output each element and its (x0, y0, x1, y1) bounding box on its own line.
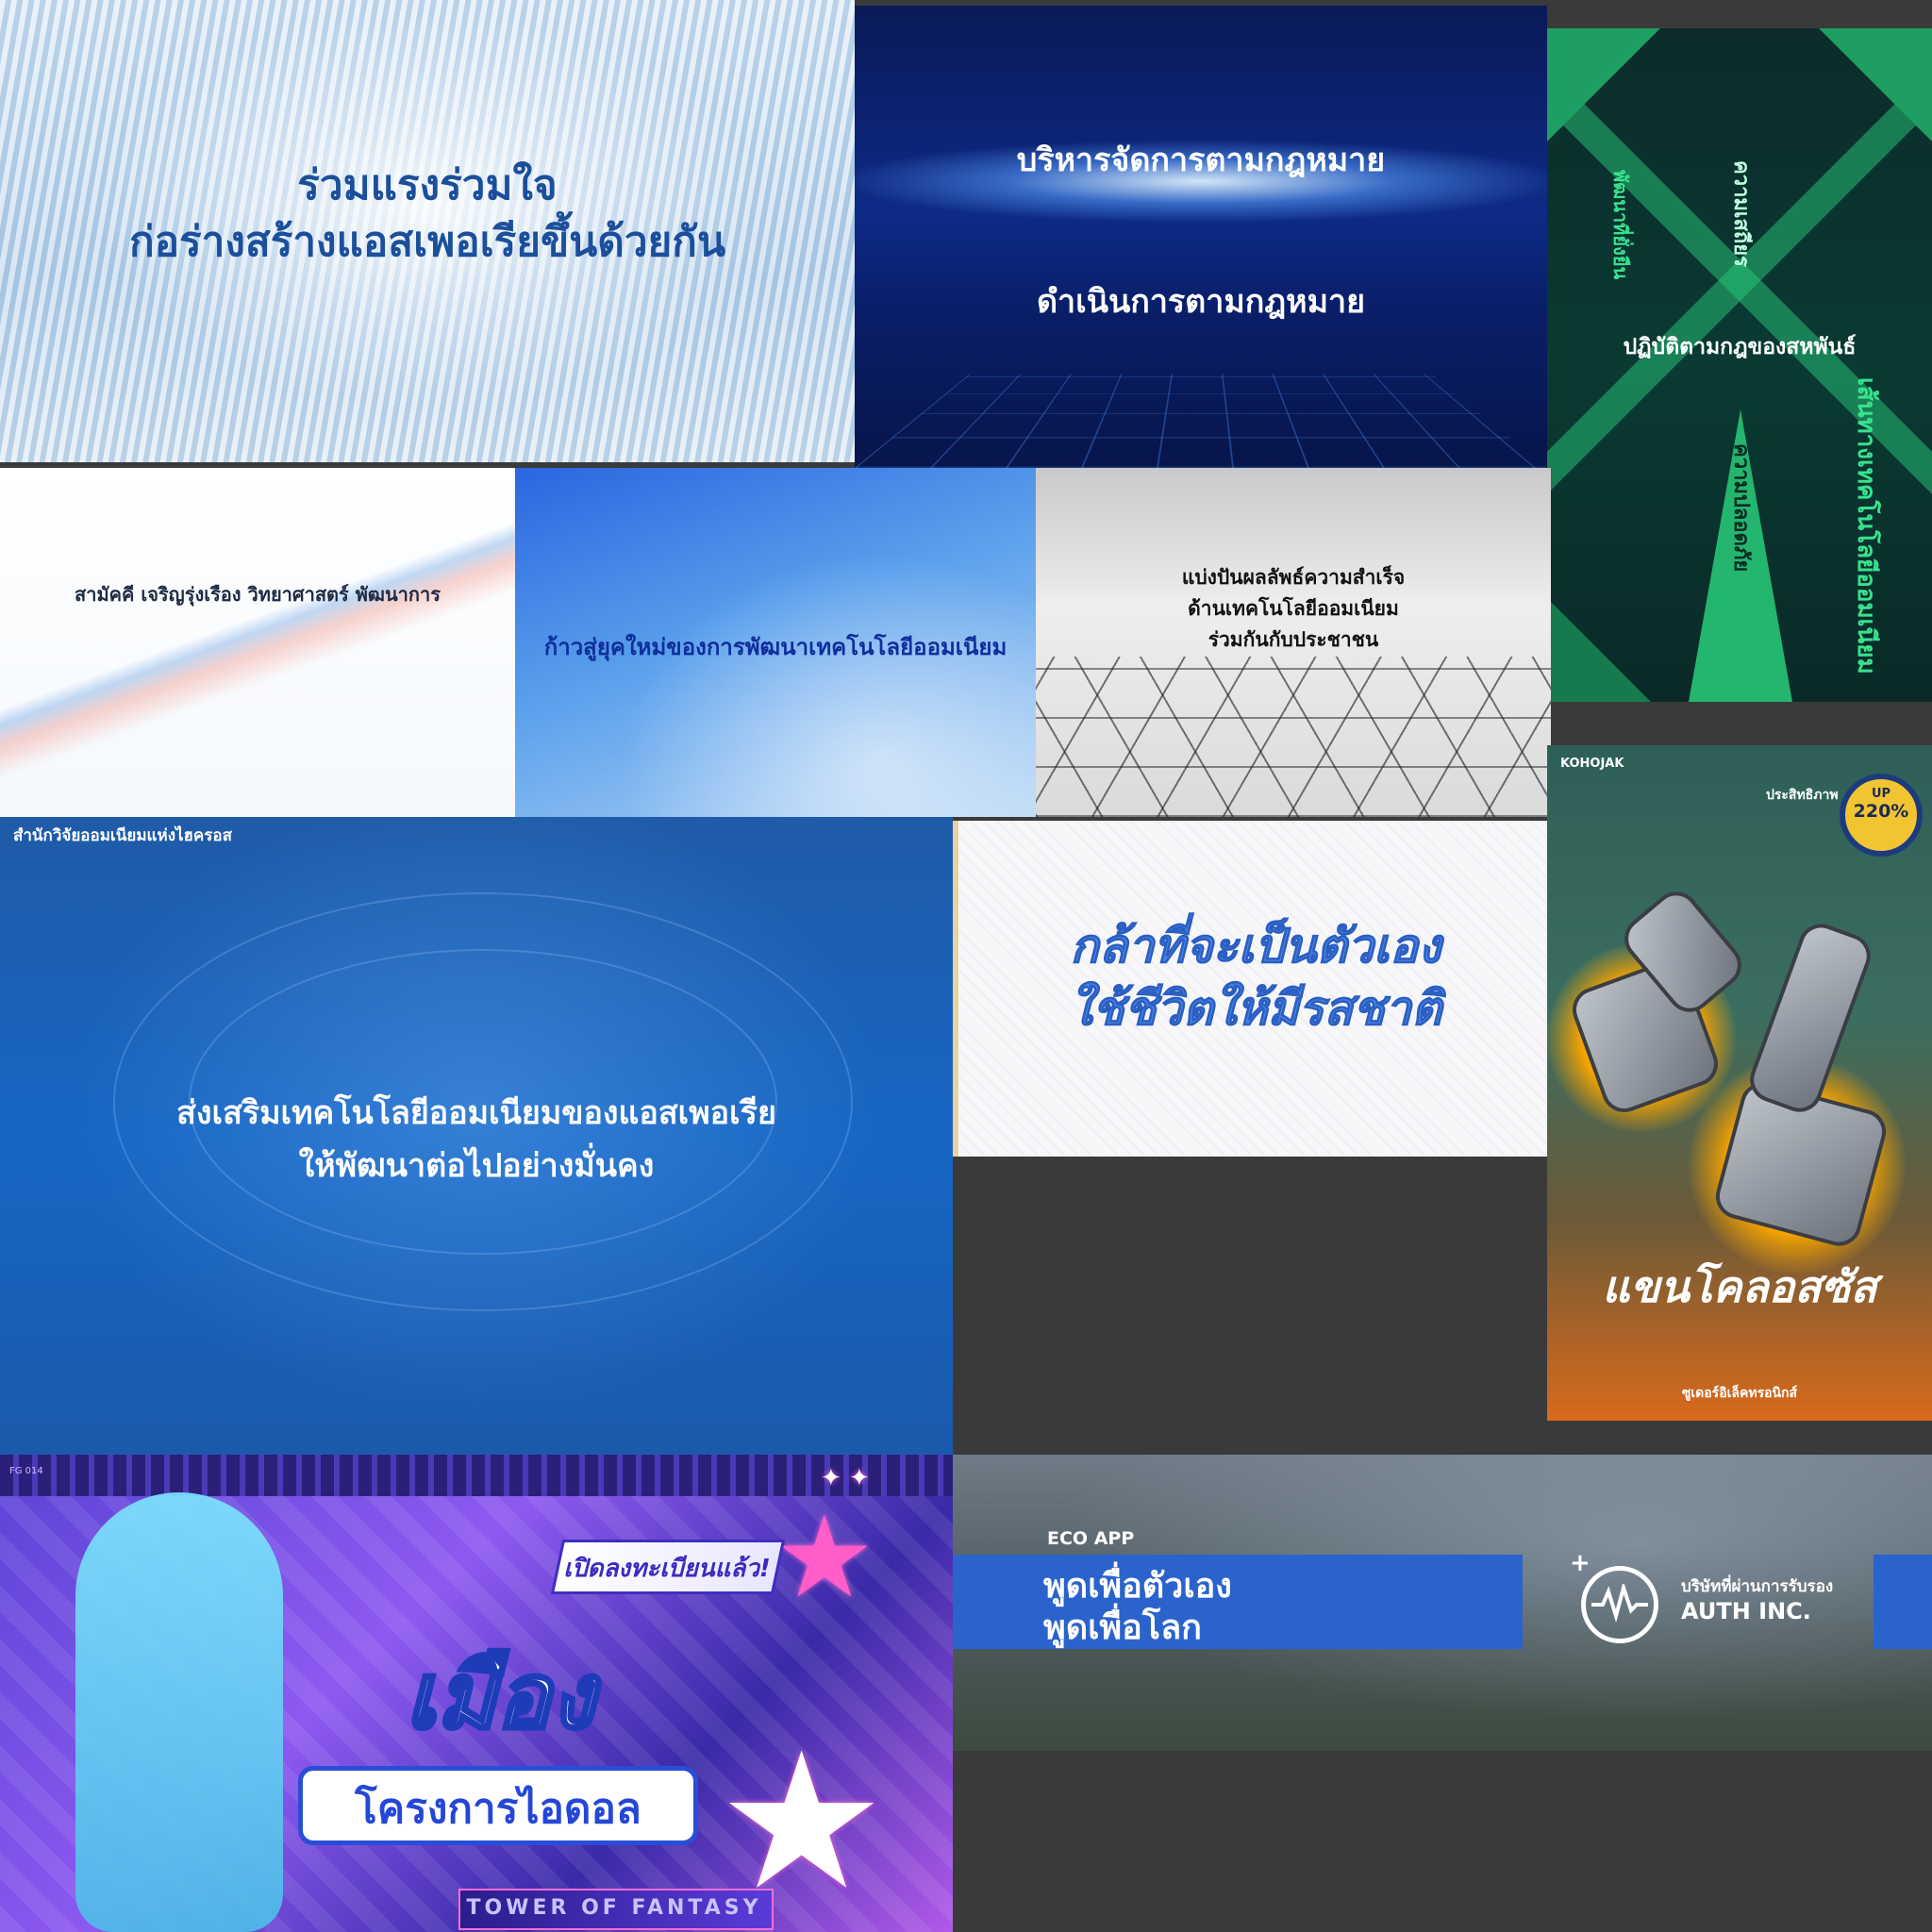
vertical-label: ความเสถียร (1729, 160, 1753, 267)
upgrade-badge: UP 220% (1840, 774, 1923, 857)
event-title: เมือง (404, 1641, 597, 1751)
app-label: ECO APP (1047, 1528, 1135, 1549)
banner-italic-slogan: กล้าที่จะเป็นตัวเอง ใช้ชีวิตให้มีรสชาติ (953, 821, 1558, 1157)
star-icon: ★ (774, 1492, 875, 1624)
badge-value: 220% (1853, 801, 1909, 822)
banner-green-tech: พัฒนาที่ยั่งยืน ความเสถียร ความปลอดภัย เ… (1547, 28, 1932, 702)
vertical-label: ความปลอดภัย (1729, 443, 1753, 573)
corner-code: FG 014 (9, 1466, 43, 1476)
banner-line-2: ให้พัฒนาต่อไปอย่างมั่นคง (298, 1147, 655, 1185)
slogan-line-1: กล้าที่จะเป็นตัวเอง (1070, 919, 1441, 974)
banner-line-1: ส่งเสริมเทคโนโลยีออมเนียมของแอสเพอเรีย (176, 1094, 776, 1132)
sparkle-icon: ✦ ✦ (821, 1464, 870, 1492)
banner-blue-gradient: ก้าวสู่ยุคใหม่ของการพัฒนาเทคโนโลยีออมเนี… (515, 468, 1036, 817)
brand-footer: ซูเดอร์อิเล็คทรอนิกส์ (1681, 1386, 1798, 1401)
banner-line-2: ก่อร่างสร้างแอสเพอเรียขึ้นด้วยกัน (128, 218, 726, 266)
banner-light-beam: บริหารจัดการตามกฎหมาย ดำเนินการตามกฎหมาย (855, 6, 1547, 468)
top-bar (0, 1455, 953, 1496)
banner-text: สามัคคี เจริญรุ่งเรือง วิทยาศาสตร์ พัฒนา… (75, 583, 441, 606)
vertical-label: พัฒนาที่ยั่งยืน (1609, 170, 1632, 280)
event-subtitle: โครงการไอดอล (355, 1785, 641, 1833)
brand-label: KOHOJAK (1560, 757, 1624, 771)
product-card-robot-arm: KOHOJAK ประสิทธิภาพ UP 220% แขนโคลอสซัส … (1547, 745, 1932, 1421)
slogan-band-end (1874, 1555, 1932, 1649)
corner-shape (1547, 598, 1651, 702)
auth-logo-icon (1581, 1566, 1658, 1643)
corner-shape (1547, 28, 1660, 142)
eco-app-banner: ECO APP พูดเพื่อตัวเอง พูดเพื่อโลก + บริ… (953, 1455, 1932, 1751)
banner-node-grid: แบ่งปันผลลัพธ์ความสำเร็จ ด้านเทคโนโลยีออ… (1036, 468, 1551, 817)
banner-line-2: ด้านเทคโนโลยีออมเนียม (1188, 597, 1399, 620)
banner-line-1: ร่วมแรงร่วมใจ (297, 161, 558, 209)
badge-top: UP (1871, 787, 1891, 801)
grid-floor (855, 374, 1547, 468)
corner-shape (1819, 28, 1932, 142)
banner-line-1: บริหารจัดการตามกฎหมาย (1016, 142, 1386, 179)
game-logo-text: TOWER OF FANTASY (466, 1896, 762, 1920)
slogan-band (953, 1555, 1523, 1649)
banner-white-wave: สามัคคี เจริญรุ่งเรือง วิทยาศาสตร์ พัฒนา… (0, 468, 515, 817)
banner-mesh-wave: ร่วมแรงร่วมใจ ก่อร่างสร้างแอสเพอเรียขึ้น… (0, 0, 855, 462)
idol-silhouette (75, 1492, 283, 1932)
plus-icon: + (1570, 1549, 1591, 1577)
slogan-line-2: ใช้ชีวิตให้มีรสชาติ (1069, 981, 1442, 1037)
center-title: ปฏิบัติตามกฎของสหพันธ์ (1623, 335, 1857, 359)
efficiency-label: ประสิทธิภาพ (1766, 788, 1839, 803)
institute-header: สำนักวิจัยออมเนียมแห่งไฮครอส (13, 826, 233, 845)
banner-line-2: ดำเนินการตามกฎหมาย (1036, 283, 1366, 321)
banner-research-institute: สำนักวิจัยออมเนียมแห่งไฮครอส ส่งเสริมเทค… (0, 817, 953, 1455)
registration-tag-text: เปิดลงทะเบียนแล้ว! (563, 1555, 771, 1583)
company-name: AUTH INC. (1681, 1598, 1811, 1624)
banner-line-3: ร่วมกันกับประชาชน (1208, 628, 1379, 651)
banner-line-1: แบ่งปันผลลัพธ์ความสำเร็จ (1181, 566, 1406, 589)
vertical-label: เส้นทางเทคโนโลยีออมเนียม (1852, 377, 1880, 675)
idol-event-banner: FG 014 ★ ★ ✦ ✦ เปิดลงทะเบียนแล้ว! เมือง … (0, 1455, 953, 1932)
company-label: บริษัทที่ผ่านการรับรอง (1681, 1577, 1834, 1596)
product-title: แขนโคลอสซัส (1602, 1261, 1877, 1312)
banner-text: ก้าวสู่ยุคใหม่ของการพัฒนาเทคโนโลยีออมเนี… (543, 634, 1008, 660)
node-network (1036, 657, 1551, 817)
slogan-line-2: พูดเพื่อโลก (1043, 1608, 1202, 1647)
